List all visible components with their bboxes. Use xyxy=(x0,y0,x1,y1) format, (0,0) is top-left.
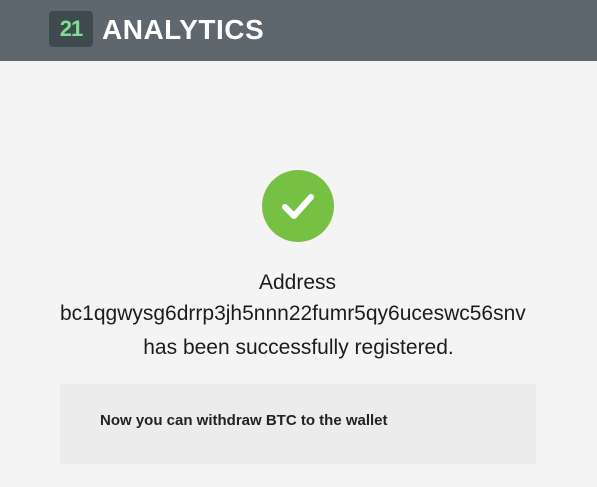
brand-name: ANALYTICS xyxy=(102,14,265,45)
logo-badge[interactable]: 21 xyxy=(49,11,93,47)
wallet-address: bc1qgwysg6drrp3jh5nnn22fumr5qy6uceswc56s… xyxy=(60,302,526,325)
notice-box: Now you can withdraw BTC to the wallet xyxy=(60,384,536,464)
checkmark-icon xyxy=(282,194,314,219)
top-header: 21 ANALYTICS xyxy=(0,0,597,61)
success-check-icon xyxy=(262,170,334,242)
message-address-label: Address xyxy=(258,271,337,294)
message-success-text: has been successfully registered. xyxy=(143,336,454,359)
notice-text: Now you can withdraw BTC to the wallet xyxy=(100,412,388,429)
